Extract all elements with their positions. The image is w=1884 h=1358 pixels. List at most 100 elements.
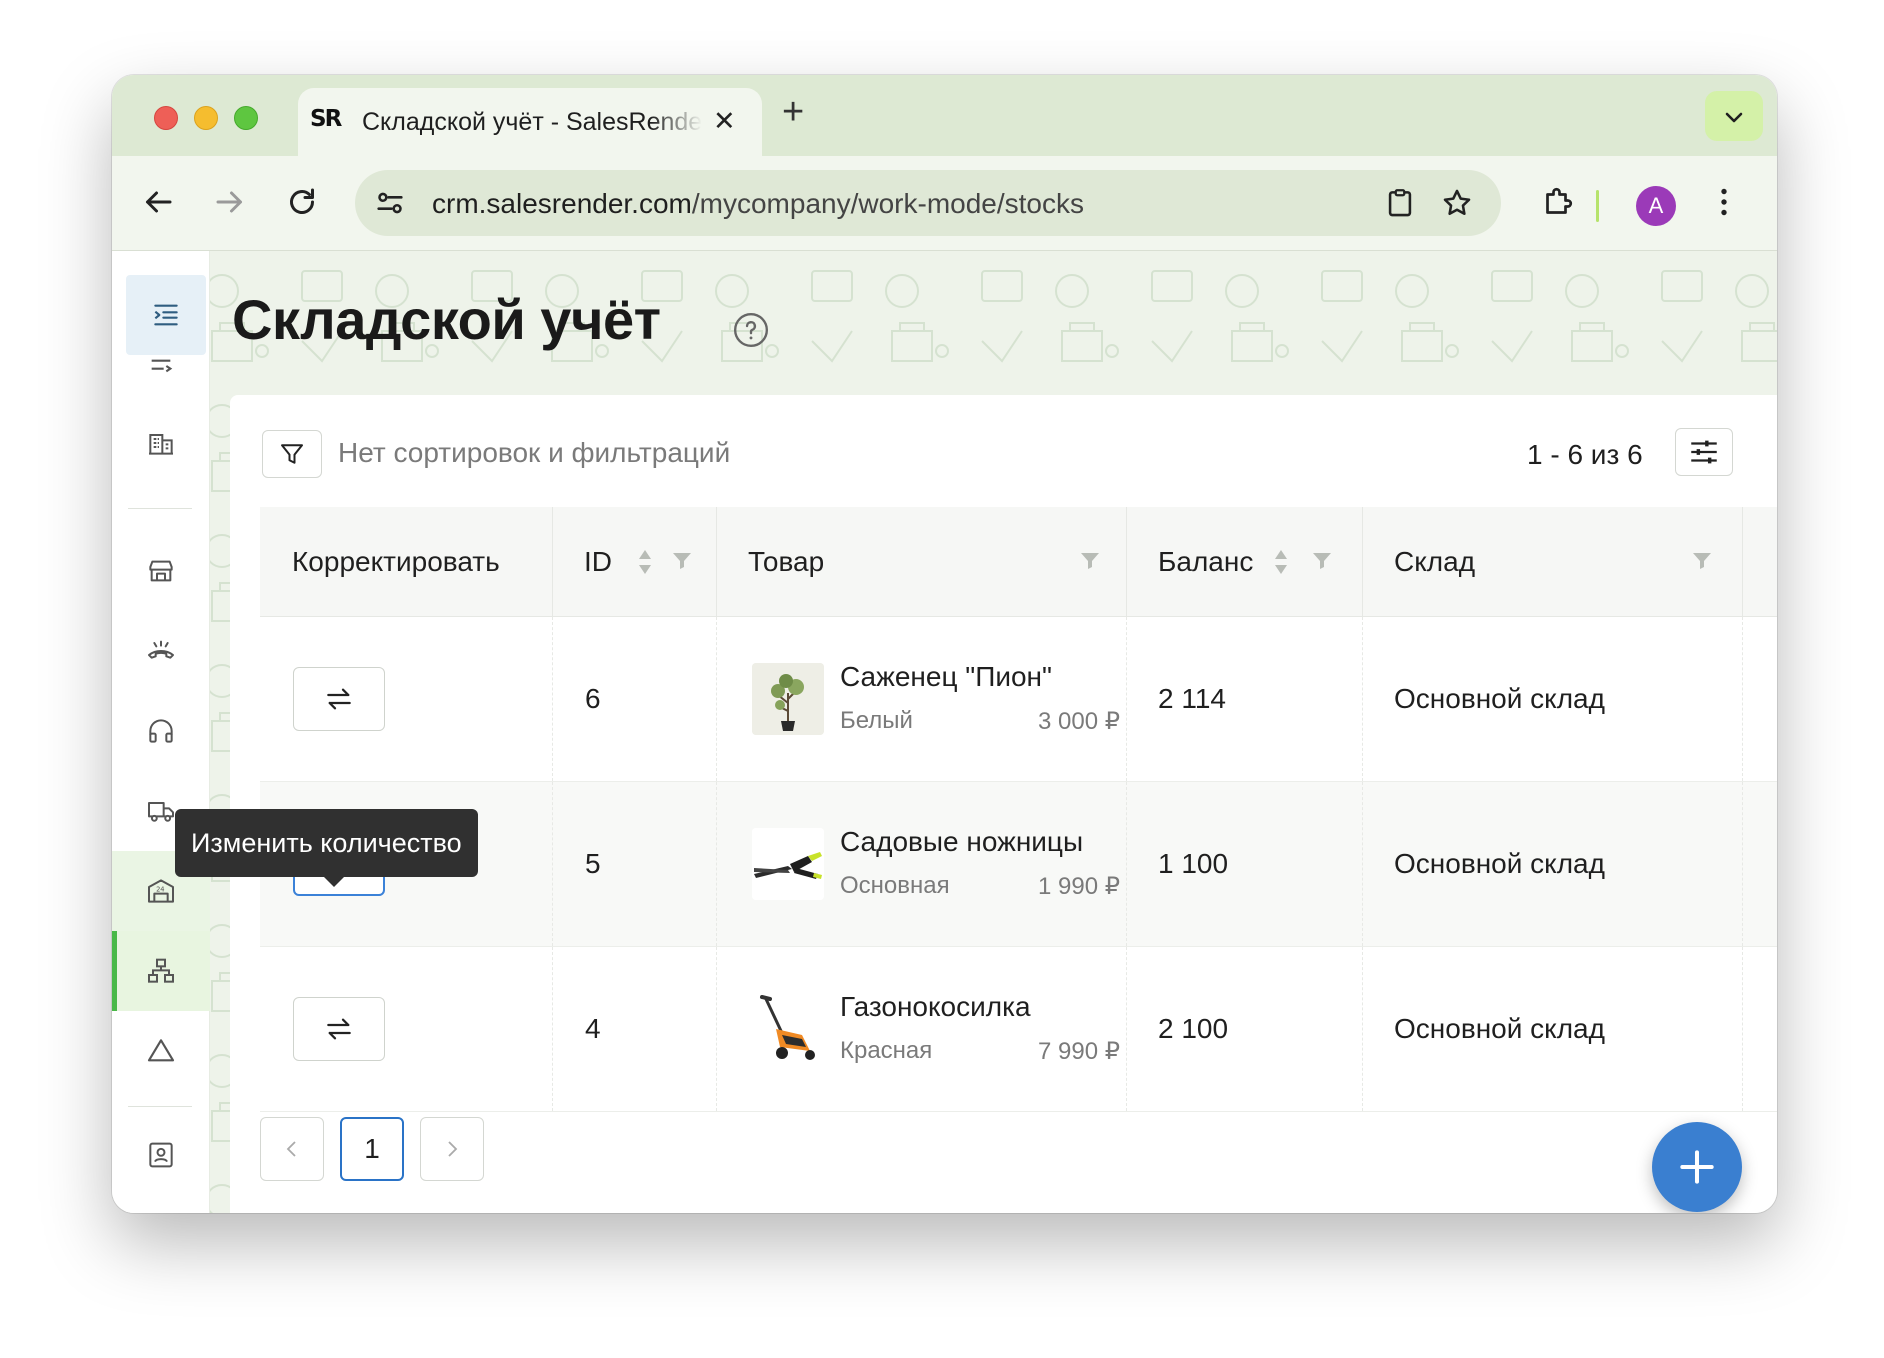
sidebar-item-profile[interactable] bbox=[112, 1115, 210, 1195]
extensions-button[interactable] bbox=[1540, 184, 1580, 224]
plus-icon bbox=[1680, 1150, 1714, 1184]
minimize-window-button[interactable] bbox=[194, 106, 218, 130]
add-button[interactable] bbox=[1652, 1122, 1742, 1212]
tab-search-button[interactable] bbox=[1705, 91, 1763, 141]
column-filter-icon[interactable] bbox=[670, 549, 694, 573]
balance-value: 2 114 bbox=[1158, 683, 1226, 714]
sidebar: 24 bbox=[112, 251, 210, 1213]
lawnmower-image bbox=[752, 993, 824, 1065]
tab-close-icon[interactable]: ✕ bbox=[713, 106, 736, 137]
sidebar-item-calls[interactable] bbox=[112, 611, 210, 691]
sidebar-item-support[interactable] bbox=[112, 691, 210, 771]
column-label-warehouse: Склад bbox=[1394, 546, 1476, 577]
product-name[interactable]: Газонокосилка bbox=[840, 991, 1031, 1023]
row-id: 6 bbox=[585, 683, 601, 714]
product-variant: Белый bbox=[840, 707, 913, 734]
tooltip: Изменить количество bbox=[175, 809, 478, 887]
browser-tab[interactable]: SR Складской учёт - SalesRender ✕ bbox=[298, 88, 762, 156]
adjust-quantity-button[interactable] bbox=[293, 997, 385, 1061]
sidebar-item-store[interactable] bbox=[112, 531, 210, 611]
sidebar-menu-toggle[interactable] bbox=[126, 275, 206, 355]
profile-avatar[interactable]: A bbox=[1636, 186, 1676, 226]
column-filter-icon[interactable] bbox=[1690, 549, 1714, 573]
clipboard-icon[interactable] bbox=[1383, 186, 1417, 220]
browser-toolbar: crm.salesrender.com/mycompany/work-mode/… bbox=[112, 156, 1777, 251]
product-price: 1 990 ₽ bbox=[1038, 873, 1120, 900]
column-header-adjust: Корректировать bbox=[260, 507, 552, 617]
zoom-window-button[interactable] bbox=[234, 106, 258, 130]
column-label-balance: Баланс bbox=[1158, 546, 1254, 577]
site-settings-icon[interactable] bbox=[373, 186, 407, 220]
arrow-left-icon bbox=[146, 191, 172, 213]
new-tab-button[interactable]: + bbox=[782, 93, 804, 131]
column-divider bbox=[1362, 617, 1363, 781]
store-icon bbox=[149, 560, 173, 582]
back-button[interactable] bbox=[140, 184, 180, 224]
building-icon bbox=[149, 434, 173, 455]
filter-button[interactable] bbox=[262, 430, 322, 478]
swap-arrows-icon bbox=[327, 1018, 351, 1040]
help-icon[interactable] bbox=[732, 311, 770, 349]
sidebar-item-company[interactable] bbox=[112, 403, 210, 483]
svg-text:24: 24 bbox=[156, 886, 164, 894]
url-path: /mycompany/work-mode/stocks bbox=[691, 188, 1084, 219]
sidebar-item-alerts[interactable] bbox=[112, 1011, 210, 1091]
adjust-quantity-button[interactable] bbox=[293, 667, 385, 731]
browser-menu-button[interactable] bbox=[1706, 184, 1746, 224]
product-thumbnail[interactable] bbox=[752, 663, 824, 735]
column-header-product[interactable]: Товар bbox=[716, 507, 1126, 617]
funnel-icon bbox=[281, 444, 303, 464]
column-filter-icon[interactable] bbox=[1310, 549, 1334, 573]
column-divider bbox=[1362, 947, 1363, 1111]
product-name[interactable]: Саженец "Пион" bbox=[840, 661, 1052, 693]
product-price: 7 990 ₽ bbox=[1038, 1038, 1120, 1065]
column-label-adjust: Корректировать bbox=[292, 546, 500, 577]
filter-status-text: Нет сортировок и фильтраций bbox=[338, 437, 731, 468]
bookmark-star-icon[interactable] bbox=[1440, 186, 1474, 220]
product-thumbnail[interactable] bbox=[752, 828, 824, 900]
tab-bar: SR Складской учёт - SalesRender ✕ + bbox=[112, 75, 1777, 156]
url-text: crm.salesrender.com/mycompany/work-mode/… bbox=[432, 188, 1084, 220]
sidebar-divider-bottom bbox=[128, 1106, 192, 1107]
chevron-right-icon bbox=[448, 1141, 458, 1157]
next-page-button[interactable] bbox=[420, 1117, 484, 1181]
column-divider bbox=[1742, 947, 1743, 1111]
tab-title: Складской учёт - SalesRender bbox=[362, 108, 702, 136]
column-divider bbox=[716, 617, 717, 781]
sort-icon[interactable] bbox=[1272, 547, 1290, 577]
row-id: 5 bbox=[585, 848, 601, 879]
row-id: 4 bbox=[585, 1013, 601, 1044]
toolbar-divider bbox=[1596, 190, 1599, 222]
close-window-button[interactable] bbox=[154, 106, 178, 130]
column-settings-button[interactable] bbox=[1675, 428, 1733, 476]
list-arrows-icon bbox=[151, 359, 173, 373]
column-divider bbox=[1126, 782, 1127, 946]
address-bar[interactable]: crm.salesrender.com/mycompany/work-mode/… bbox=[355, 170, 1501, 236]
product-variant: Красная bbox=[840, 1037, 933, 1064]
product-thumbnail[interactable] bbox=[752, 993, 824, 1065]
column-filter-icon[interactable] bbox=[1078, 549, 1102, 573]
prev-page-button[interactable] bbox=[260, 1117, 324, 1181]
triangle-icon bbox=[147, 1039, 175, 1062]
sidebar-item-stocks[interactable] bbox=[112, 931, 210, 1011]
table-row: 4 Газонокосилка Красная 7 990 ₽ 2 100 Ос… bbox=[260, 947, 1777, 1112]
warehouse-name: Основной склад bbox=[1394, 1013, 1605, 1044]
column-divider bbox=[1742, 782, 1743, 946]
header-separator bbox=[1742, 507, 1743, 617]
column-divider bbox=[552, 947, 553, 1111]
hierarchy-icon bbox=[148, 958, 174, 983]
product-name[interactable]: Садовые ножницы bbox=[840, 826, 1083, 858]
balance-value: 2 100 bbox=[1158, 1013, 1229, 1044]
sort-icon[interactable] bbox=[636, 547, 654, 577]
warehouse-name: Основной склад bbox=[1394, 848, 1605, 879]
chevron-left-icon bbox=[286, 1141, 296, 1157]
page-number-button[interactable]: 1 bbox=[340, 1117, 404, 1181]
product-variant: Основная bbox=[840, 872, 950, 899]
reload-button[interactable] bbox=[284, 184, 324, 224]
page-title: Складской учёт bbox=[232, 288, 661, 351]
contact-card-icon bbox=[149, 1142, 173, 1168]
column-header-warehouse[interactable]: Склад bbox=[1362, 507, 1742, 617]
sidebar-item-partial[interactable] bbox=[112, 359, 210, 395]
headphones-icon bbox=[149, 719, 173, 743]
forward-button[interactable] bbox=[212, 184, 252, 224]
